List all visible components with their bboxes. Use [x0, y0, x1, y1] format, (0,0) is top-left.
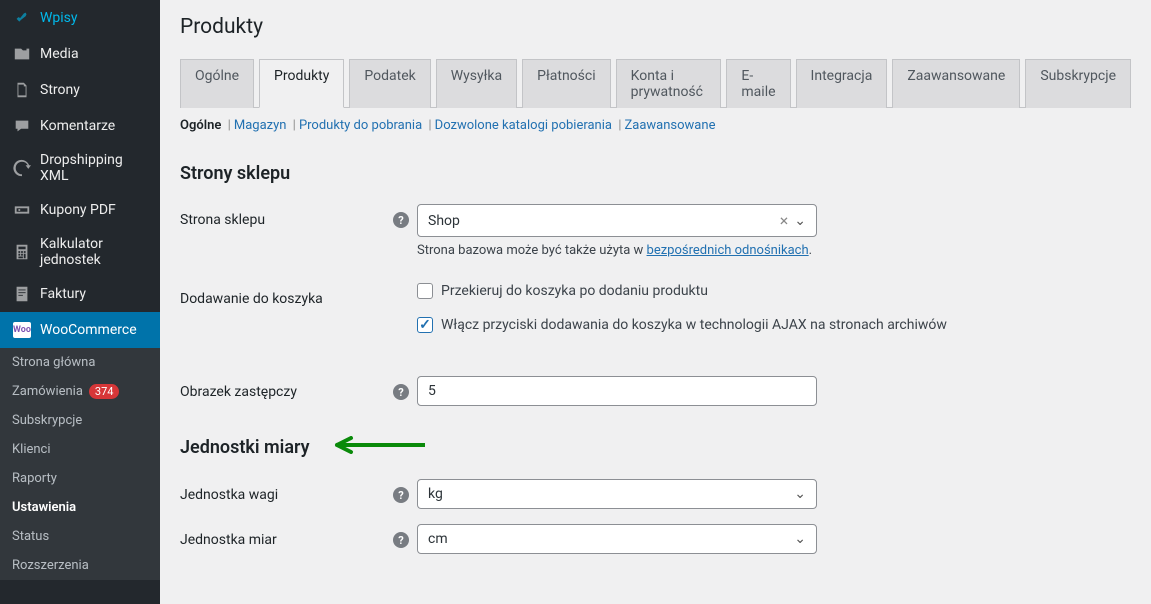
calculator-icon — [12, 242, 32, 262]
sidebar-label: Media — [40, 46, 79, 62]
checkbox-redirect-cart[interactable] — [417, 283, 433, 299]
label-dimension-unit: Jednostka miar — [180, 532, 277, 548]
section-heading-shop-pages: Strony sklepu — [180, 163, 1131, 184]
woo-icon: Woo — [12, 320, 32, 340]
submenu-item-orders[interactable]: Zamówienia374 — [0, 377, 160, 406]
subtab-download-dirs[interactable]: Dozwolone katalogi pobierania — [435, 118, 612, 133]
chevron-down-icon: ⌄ — [794, 531, 806, 547]
tab-accounts[interactable]: Konta i prywatność — [616, 59, 722, 108]
sidebar-item-posts[interactable]: Wpisy — [0, 0, 160, 36]
sidebar-label: Faktury — [40, 286, 86, 302]
tab-products[interactable]: Produkty — [259, 59, 344, 108]
checkbox-ajax-cart[interactable] — [417, 317, 433, 333]
help-icon[interactable] — [393, 532, 409, 548]
submenu-item-settings[interactable]: Ustawienia — [0, 493, 160, 522]
settings-tabs: Ogólne Produkty Podatek Wysyłka Płatnośc… — [180, 59, 1131, 108]
tab-emails[interactable]: E-maile — [726, 59, 790, 108]
tab-shipping[interactable]: Wysyłka — [436, 59, 517, 108]
sidebar-label: Strony — [40, 82, 80, 98]
submenu-item-extensions[interactable]: Rozszerzenia — [0, 551, 160, 580]
subtabs: Ogólne |Magazyn |Produkty do pobrania |D… — [180, 108, 1131, 143]
shop-page-desc: Strona bazowa może być także użyta w bez… — [417, 243, 817, 258]
submenu-item-home[interactable]: Strona główna — [0, 348, 160, 377]
sidebar-label: Komentarze — [40, 118, 115, 134]
tab-general[interactable]: Ogólne — [180, 59, 254, 108]
section-heading-units: Jednostki miary — [180, 437, 310, 458]
label-add-to-cart: Dodawanie do koszyka — [180, 291, 323, 307]
sidebar-label: Kalkulator jednostek — [40, 236, 148, 268]
dimension-unit-select[interactable]: cm ⌄ — [417, 524, 817, 554]
submenu-item-status[interactable]: Status — [0, 522, 160, 551]
sidebar-submenu: Strona główna Zamówienia374 Subskrypcje … — [0, 348, 160, 580]
chevron-down-icon: ⌄ — [794, 486, 806, 502]
main-content: Produkty Ogólne Produkty Podatek Wysyłka… — [160, 0, 1151, 604]
dimension-unit-value: cm — [428, 531, 448, 547]
arrow-annotation-icon — [325, 436, 425, 459]
subtab-advanced[interactable]: Zaawansowane — [624, 118, 715, 133]
admin-sidebar: Wpisy Media Strony Komentarze Dropshippi… — [0, 0, 160, 604]
page-icon — [12, 80, 32, 100]
help-icon[interactable] — [393, 384, 409, 400]
sidebar-item-pages[interactable]: Strony — [0, 72, 160, 108]
sidebar-item-dropshipping[interactable]: Dropshipping XML — [0, 144, 160, 192]
invoice-icon — [12, 284, 32, 304]
permalinks-link[interactable]: bezpośrednich odnośnikach — [647, 243, 809, 258]
tab-subscriptions[interactable]: Subskrypcje — [1025, 59, 1131, 108]
help-icon[interactable] — [393, 487, 409, 503]
badge-count: 374 — [89, 384, 120, 399]
checkbox-label: Włącz przyciski dodawania do koszyka w t… — [441, 317, 947, 333]
sidebar-item-comments[interactable]: Komentarze — [0, 108, 160, 144]
clear-icon[interactable]: × — [780, 211, 789, 230]
tab-payments[interactable]: Płatności — [522, 59, 611, 108]
sidebar-item-invoices[interactable]: Faktury — [0, 276, 160, 312]
sidebar-item-coupons[interactable]: Kupony PDF — [0, 192, 160, 228]
weight-unit-value: kg — [428, 486, 443, 502]
shop-page-select[interactable]: Shop × ⌄ — [417, 204, 817, 237]
media-icon — [12, 44, 32, 64]
sidebar-label: Dropshipping XML — [40, 152, 148, 184]
tab-integration[interactable]: Integracja — [796, 59, 888, 108]
tab-tax[interactable]: Podatek — [349, 59, 430, 108]
sidebar-label: Kupony PDF — [40, 202, 116, 218]
sync-icon — [12, 158, 32, 178]
subtab-stock[interactable]: Magazyn — [234, 118, 287, 133]
tab-advanced[interactable]: Zaawansowane — [892, 59, 1020, 108]
page-header: Produkty — [160, 0, 1151, 59]
checkbox-label: Przekieruj do koszyka po dodaniu produkt… — [441, 283, 708, 299]
sidebar-label: WooCommerce — [40, 322, 137, 338]
page-title: Produkty — [180, 15, 1131, 39]
coupon-icon — [12, 200, 32, 220]
label-shop-page: Strona sklepu — [180, 212, 265, 228]
submenu-item-reports[interactable]: Raporty — [0, 464, 160, 493]
comment-icon — [12, 116, 32, 136]
label-weight-unit: Jednostka wagi — [180, 487, 278, 503]
chevron-down-icon: ⌄ — [794, 213, 806, 229]
sidebar-label: Wpisy — [40, 10, 78, 26]
subtab-downloadable[interactable]: Produkty do pobrania — [299, 118, 422, 133]
sidebar-item-media[interactable]: Media — [0, 36, 160, 72]
shop-page-value: Shop — [428, 213, 460, 229]
sidebar-item-woocommerce[interactable]: Woo WooCommerce — [0, 312, 160, 348]
weight-unit-select[interactable]: kg ⌄ — [417, 479, 817, 509]
sidebar-item-calculator[interactable]: Kalkulator jednostek — [0, 228, 160, 276]
pin-icon — [12, 8, 32, 28]
subtab-active: Ogólne — [180, 118, 221, 133]
submenu-item-customers[interactable]: Klienci — [0, 435, 160, 464]
label-placeholder-image: Obrazek zastępczy — [180, 384, 297, 400]
placeholder-image-input[interactable] — [417, 376, 817, 406]
submenu-item-subscriptions[interactable]: Subskrypcje — [0, 406, 160, 435]
help-icon[interactable] — [393, 212, 409, 228]
